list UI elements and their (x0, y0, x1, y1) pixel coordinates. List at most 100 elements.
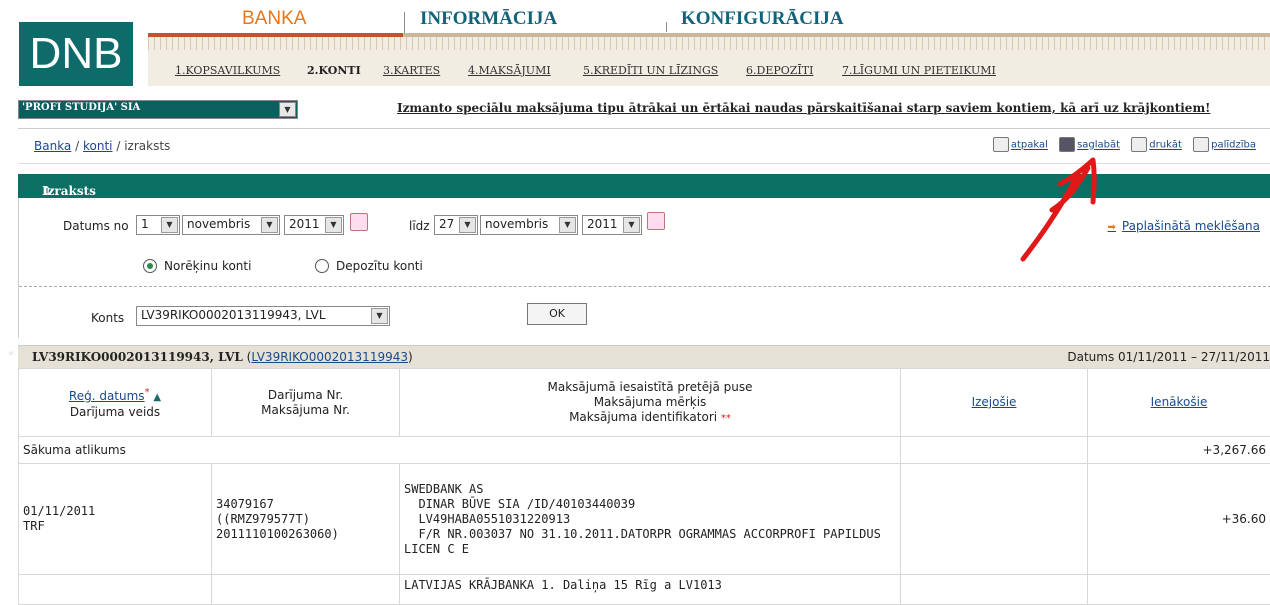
row-counterparty-cell: SWEDBANK AS DINAR BŪVE SIA /ID/401034400… (400, 464, 901, 575)
row-incoming (1088, 575, 1270, 605)
col-transaction-nr-label: Darījuma Nr. (268, 388, 343, 402)
advanced-search-link[interactable]: ➡ Paplašinātā meklēšana (1108, 219, 1260, 233)
to-year-select[interactable]: 2011 ▼ (582, 215, 642, 235)
sort-reg-date-link[interactable]: Reģ. datums (69, 389, 145, 403)
breadcrumb-konti[interactable]: konti (83, 139, 113, 153)
divider (19, 286, 1270, 287)
to-year-value: 2011 (587, 217, 618, 231)
from-year-select[interactable]: 2011 ▼ (284, 215, 344, 235)
breadcrumb: Banka / konti / izraksts (34, 139, 170, 153)
col-reg-date[interactable]: Reģ. datums* ▲Darījuma veids (19, 369, 212, 437)
help-document-icon (1193, 137, 1209, 152)
save-tool[interactable]: saglabāt (1059, 137, 1120, 152)
account-bar: LV39RIKO0002013119943, LVL (LV39RIKO0002… (18, 345, 1270, 369)
row-counterparty-cell: LATVIJAS KRĀJBANKA 1. Daliņa 15 Rīg a LV… (400, 575, 901, 605)
col-transaction-nr: Darījuma Nr.Maksājuma Nr. (212, 369, 400, 437)
chevron-down-icon[interactable]: ▼ (559, 217, 576, 233)
back-link[interactable]: atpakal (1011, 140, 1048, 151)
row-nr-cell (212, 575, 400, 605)
row-counterparty: DINAR BŪVE SIA /ID/40103440039 (404, 497, 896, 512)
panel-header[interactable]: ⇕ Izraksts (18, 174, 1270, 198)
chevron-down-icon[interactable]: ▼ (161, 217, 178, 233)
opening-balance-value: +3,267.66 (1088, 437, 1270, 464)
dnb-logo: DNB (19, 22, 133, 86)
table-header-row: Reģ. datums* ▲Darījuma veids Darījuma Nr… (19, 369, 1270, 437)
to-month-select[interactable]: novembris▼ (480, 215, 578, 235)
bullet-icon: ◦ (8, 349, 14, 360)
row-iban: LV49HABA0551031220913 (404, 512, 896, 527)
sub-nav-krediti[interactable]: 5.KREDĪTI UN LĪZINGS (583, 64, 718, 77)
from-day-select[interactable]: 1▼ (136, 215, 180, 235)
sub-nav: 1.KOPSAVILKUMS 2.KONTI 3.KARTES 4.MAKSĀJ… (148, 50, 1270, 86)
chevron-down-icon[interactable]: ▼ (325, 217, 342, 233)
breadcrumb-separator: / (116, 139, 120, 153)
top-nav-divider (404, 12, 405, 34)
col-incoming[interactable]: Ienākošie (1088, 369, 1270, 437)
chevron-down-icon[interactable]: ▼ (459, 217, 476, 233)
print-tool[interactable]: drukāt (1131, 137, 1182, 152)
print-link[interactable]: drukāt (1149, 140, 1182, 151)
row-date-cell (19, 575, 212, 605)
promo-link[interactable]: Izmanto speciālu maksājuma tipu ātrākai … (397, 101, 1210, 115)
table-row[interactable]: LATVIJAS KRĀJBANKA 1. Daliņa 15 Rīg a LV… (19, 575, 1270, 605)
sub-nav-konti[interactable]: 2.KONTI (307, 64, 361, 77)
paren: ) (408, 350, 413, 364)
back-tool[interactable]: atpakal (993, 137, 1048, 152)
col-payment-nr-label: Maksājuma Nr. (261, 403, 350, 417)
company-select[interactable]: 'PROFI STUDIJA' SIA ▼ (18, 100, 298, 119)
account-link[interactable]: LV39RIKO0002013119943 (251, 350, 408, 364)
sort-incoming-link[interactable]: Ienākošie (1151, 395, 1208, 409)
top-nav-banka[interactable]: BANKA (242, 8, 306, 30)
required-marker: ** (721, 413, 731, 424)
row-bank: SWEDBANK AS (404, 482, 896, 497)
company-name: 'PROFI STUDIJA' SIA (22, 102, 140, 113)
save-link[interactable]: saglabāt (1077, 140, 1120, 151)
row-purpose: F/R NR.003037 NO 31.10.2011.DATORPR OGRA… (404, 527, 896, 542)
arrow-right-icon: ➡ (1108, 222, 1116, 233)
chevron-down-icon[interactable]: ▼ (261, 217, 278, 233)
chevron-down-icon[interactable]: ▼ (371, 308, 388, 324)
col-counterparty-label: Maksājumā iesaistītā pretējā puse (548, 380, 753, 394)
ok-button[interactable]: OK (527, 303, 587, 325)
account-select-value: LV39RIKO0002013119943, LVL (141, 308, 326, 322)
row-incoming: +36.60 (1088, 464, 1270, 575)
col-counterparty: Maksājumā iesaistītā pretējā puse Maksāju… (400, 369, 901, 437)
sort-asc-icon[interactable]: ▲ (153, 392, 161, 403)
col-identifiers-label: Maksājuma identifikatori (569, 410, 717, 424)
col-outgoing[interactable]: Izejošie (901, 369, 1088, 437)
sub-nav-kartes[interactable]: 3.KARTES (383, 64, 440, 77)
row-outgoing (901, 575, 1088, 605)
date-from-label: Datums no (63, 219, 129, 233)
from-year-value: 2011 (289, 217, 320, 231)
toolbar: atpakal saglabāt drukāt palīdzība (985, 137, 1256, 152)
sub-nav-kopsavilkums[interactable]: 1.KOPSAVILKUMS (175, 64, 280, 77)
advanced-search-label: Paplašinātā meklēšana (1122, 219, 1260, 233)
account-label: Konts (91, 311, 124, 325)
statement-table: Reģ. datums* ▲Darījuma veids Darījuma Nr… (18, 368, 1270, 605)
top-nav-informacija[interactable]: INFORMĀCIJA (420, 8, 557, 30)
radio-settlement-accounts[interactable] (143, 259, 157, 273)
sub-nav-depoziti[interactable]: 6.DEPOZĪTI (746, 64, 813, 77)
to-day-select[interactable]: 27▼ (434, 215, 478, 235)
calendar-icon[interactable] (350, 213, 368, 231)
row-bank: LATVIJAS KRĀJBANKA 1. Daliņa 15 Rīg a LV… (404, 578, 722, 592)
help-tool[interactable]: palīdzība (1193, 137, 1256, 152)
from-day-value: 1 (141, 217, 149, 231)
from-month-select[interactable]: novembris▼ (182, 215, 280, 235)
sub-nav-ligumi[interactable]: 7.LĪGUMI UN PIETEIKUMI (842, 64, 996, 77)
help-link[interactable]: palīdzība (1211, 140, 1256, 151)
top-nav-konfiguracija[interactable]: KONFIGURĀCIJA (681, 8, 844, 30)
breadcrumb-row: Banka / konti / izraksts atpakal saglabā… (18, 128, 1270, 164)
sub-nav-maksajumi[interactable]: 4.MAKSĀJUMI (468, 64, 551, 77)
calendar-icon[interactable] (647, 212, 665, 230)
opening-outgoing (901, 437, 1088, 464)
breadcrumb-banka[interactable]: Banka (34, 139, 71, 153)
sort-outgoing-link[interactable]: Izejošie (972, 395, 1017, 409)
radio-deposit-accounts[interactable] (315, 259, 329, 273)
row-nr-cell: 34079167((RMZ979577T)2011110100263060) (212, 464, 400, 575)
chevron-down-icon[interactable]: ▼ (279, 102, 296, 117)
chevron-down-icon[interactable]: ▼ (623, 217, 640, 233)
table-row[interactable]: 01/11/2011TRF 34079167((RMZ979577T)20111… (19, 464, 1270, 575)
printer-icon (1131, 137, 1147, 152)
account-select[interactable]: LV39RIKO0002013119943, LVL ▼ (136, 306, 390, 326)
